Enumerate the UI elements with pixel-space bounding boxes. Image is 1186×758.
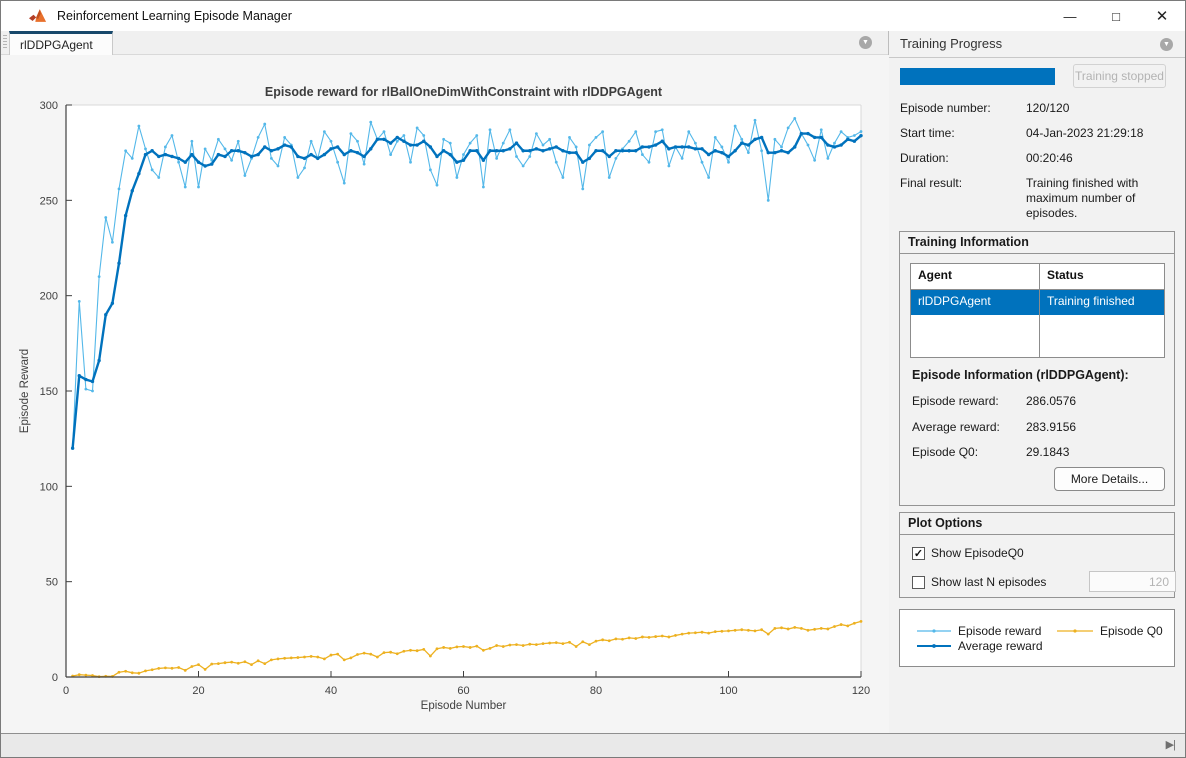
episode-reward-value: 286.0576	[1026, 394, 1182, 409]
table-row[interactable]: rlDDPGAgent Training finished	[911, 290, 1164, 315]
agent-column-header: Agent	[911, 264, 1040, 289]
collapse-progress-pane-icon[interactable]: ▼	[1160, 38, 1173, 51]
table-header-row: Agent Status	[911, 264, 1164, 290]
svg-text:Episode Number: Episode Number	[421, 700, 507, 712]
chart-legend: Episode reward Episode Q0	[899, 609, 1175, 667]
episode-q0-line-icon	[1056, 626, 1094, 636]
training-progress-header: Training Progress ▼	[889, 31, 1186, 58]
window-title: Reinforcement Learning Episode Manager	[57, 9, 292, 23]
episode-q0-value: 29.1843	[1026, 445, 1182, 460]
close-button[interactable]: ✕	[1139, 1, 1185, 31]
training-information-panel: Training Information Agent Status rlDDPG…	[899, 231, 1175, 506]
episode-information-title: Episode Information (rlDDPGAgent):	[912, 368, 1129, 382]
svg-text:100: 100	[719, 685, 737, 697]
duration-label: Duration:	[900, 151, 949, 165]
svg-text:Episode Reward: Episode Reward	[19, 349, 31, 433]
training-stopped-button[interactable]: Training stopped	[1073, 64, 1166, 88]
maximize-button[interactable]: □	[1093, 1, 1139, 31]
legend-average-reward-label: Average reward	[958, 639, 1043, 653]
table-empty-area	[911, 315, 1164, 357]
main-area: rlDDPGAgent ▼ 0 20 40 60 80 100 120 0 50 100 150 20…	[1, 31, 1186, 735]
show-last-n-label: Show last N episodes	[931, 575, 1046, 589]
legend-episode-reward-label: Episode reward	[958, 624, 1041, 638]
svg-text:80: 80	[590, 685, 602, 697]
plot-options-title: Plot Options	[900, 513, 1174, 535]
training-information-title: Training Information	[900, 232, 1174, 254]
panel-grip-icon[interactable]	[3, 35, 7, 50]
plot-options-panel: Plot Options ✓ Show EpisodeQ0 Show last …	[899, 512, 1175, 598]
show-episodeq0-row: ✓ Show EpisodeQ0	[912, 546, 1024, 560]
duration-row: Duration: 00:20:46	[900, 151, 1176, 165]
final-result-value: Training finished with maximum number of…	[1026, 176, 1182, 221]
svg-text:120: 120	[852, 685, 870, 697]
tab-strip: rlDDPGAgent ▼	[1, 31, 888, 55]
start-time-label: Start time:	[900, 126, 955, 140]
svg-text:250: 250	[40, 195, 58, 207]
status-column-header: Status	[1040, 264, 1164, 289]
more-details-button[interactable]: More Details...	[1054, 467, 1165, 491]
svg-text:40: 40	[325, 685, 337, 697]
svg-text:0: 0	[52, 672, 58, 684]
average-reward-row: Average reward: 283.9156	[912, 420, 1162, 434]
final-result-label: Final result:	[900, 176, 962, 190]
episode-q0-label: Episode Q0:	[912, 445, 978, 459]
average-reward-line-icon	[916, 641, 952, 651]
legend-episode-q0[interactable]: Episode Q0	[1056, 623, 1163, 638]
legend-episode-reward[interactable]: Episode reward	[916, 623, 1056, 638]
training-progress-bar	[900, 68, 1055, 85]
start-time-row: Start time: 04-Jan-2023 21:29:18	[900, 126, 1176, 140]
average-reward-label: Average reward:	[912, 420, 1000, 434]
training-progress-title: Training Progress	[900, 36, 1002, 51]
minimize-button[interactable]: —	[1047, 1, 1093, 31]
svg-text:150: 150	[40, 386, 58, 398]
svg-text:200: 200	[40, 291, 58, 303]
show-episodeq0-checkbox[interactable]: ✓	[912, 547, 925, 560]
agent-cell: rlDDPGAgent	[911, 290, 1040, 315]
reward-chart[interactable]: 0 20 40 60 80 100 120 0 50 100 150 200 250 300 Episode…	[1, 55, 889, 735]
duration-value: 00:20:46	[1026, 151, 1182, 166]
episode-reward-line-icon	[916, 626, 952, 636]
training-progress-pane: Training Progress ▼ Training stopped Epi…	[889, 31, 1186, 735]
episode-number-value: 120/120	[1026, 101, 1182, 116]
status-bar: ▶|	[1, 733, 1185, 757]
titlebar: Reinforcement Learning Episode Manager —…	[1, 1, 1185, 31]
collapse-tab-pane-icon[interactable]: ▼	[859, 36, 872, 49]
start-time-value: 04-Jan-2023 21:29:18	[1026, 126, 1182, 141]
app-window: Reinforcement Learning Episode Manager —…	[0, 0, 1186, 758]
tab-rlddpgagent[interactable]: rlDDPGAgent	[9, 31, 113, 55]
plot-pane: rlDDPGAgent ▼ 0 20 40 60 80 100 120 0 50 100 150 20…	[1, 31, 889, 735]
show-last-n-row: Show last N episodes	[912, 575, 1046, 589]
episode-reward-label: Episode reward:	[912, 394, 999, 408]
dock-arrow-icon[interactable]: ▶|	[1166, 738, 1175, 751]
svg-text:300: 300	[40, 100, 58, 112]
legend-average-reward[interactable]: Average reward	[916, 638, 1056, 653]
episode-number-label: Episode number:	[900, 101, 991, 115]
tab-label: rlDDPGAgent	[20, 38, 93, 52]
svg-text:60: 60	[457, 685, 469, 697]
svg-text:Episode reward for rlBallOneDi: Episode reward for rlBallOneDimWithConst…	[265, 85, 663, 99]
matlab-logo-icon	[29, 9, 47, 24]
chart-area: 0 20 40 60 80 100 120 0 50 100 150 200 250 300 Episode…	[1, 55, 889, 735]
episode-q0-row: Episode Q0: 29.1843	[912, 445, 1162, 459]
svg-text:50: 50	[46, 577, 58, 589]
agent-status-table: Agent Status rlDDPGAgent Training finish…	[910, 263, 1165, 358]
svg-text:0: 0	[63, 685, 69, 697]
last-n-episodes-input[interactable]	[1089, 571, 1176, 592]
episode-reward-row: Episode reward: 286.0576	[912, 394, 1162, 408]
svg-text:100: 100	[40, 481, 58, 493]
average-reward-value: 283.9156	[1026, 420, 1182, 435]
show-last-n-checkbox[interactable]	[912, 576, 925, 589]
status-cell: Training finished	[1040, 290, 1164, 315]
show-episodeq0-label: Show EpisodeQ0	[931, 546, 1024, 560]
final-result-row: Final result: Training finished with max…	[900, 176, 1176, 190]
episode-number-row: Episode number: 120/120	[900, 101, 1176, 115]
svg-text:20: 20	[192, 685, 204, 697]
legend-episode-q0-label: Episode Q0	[1100, 624, 1163, 638]
